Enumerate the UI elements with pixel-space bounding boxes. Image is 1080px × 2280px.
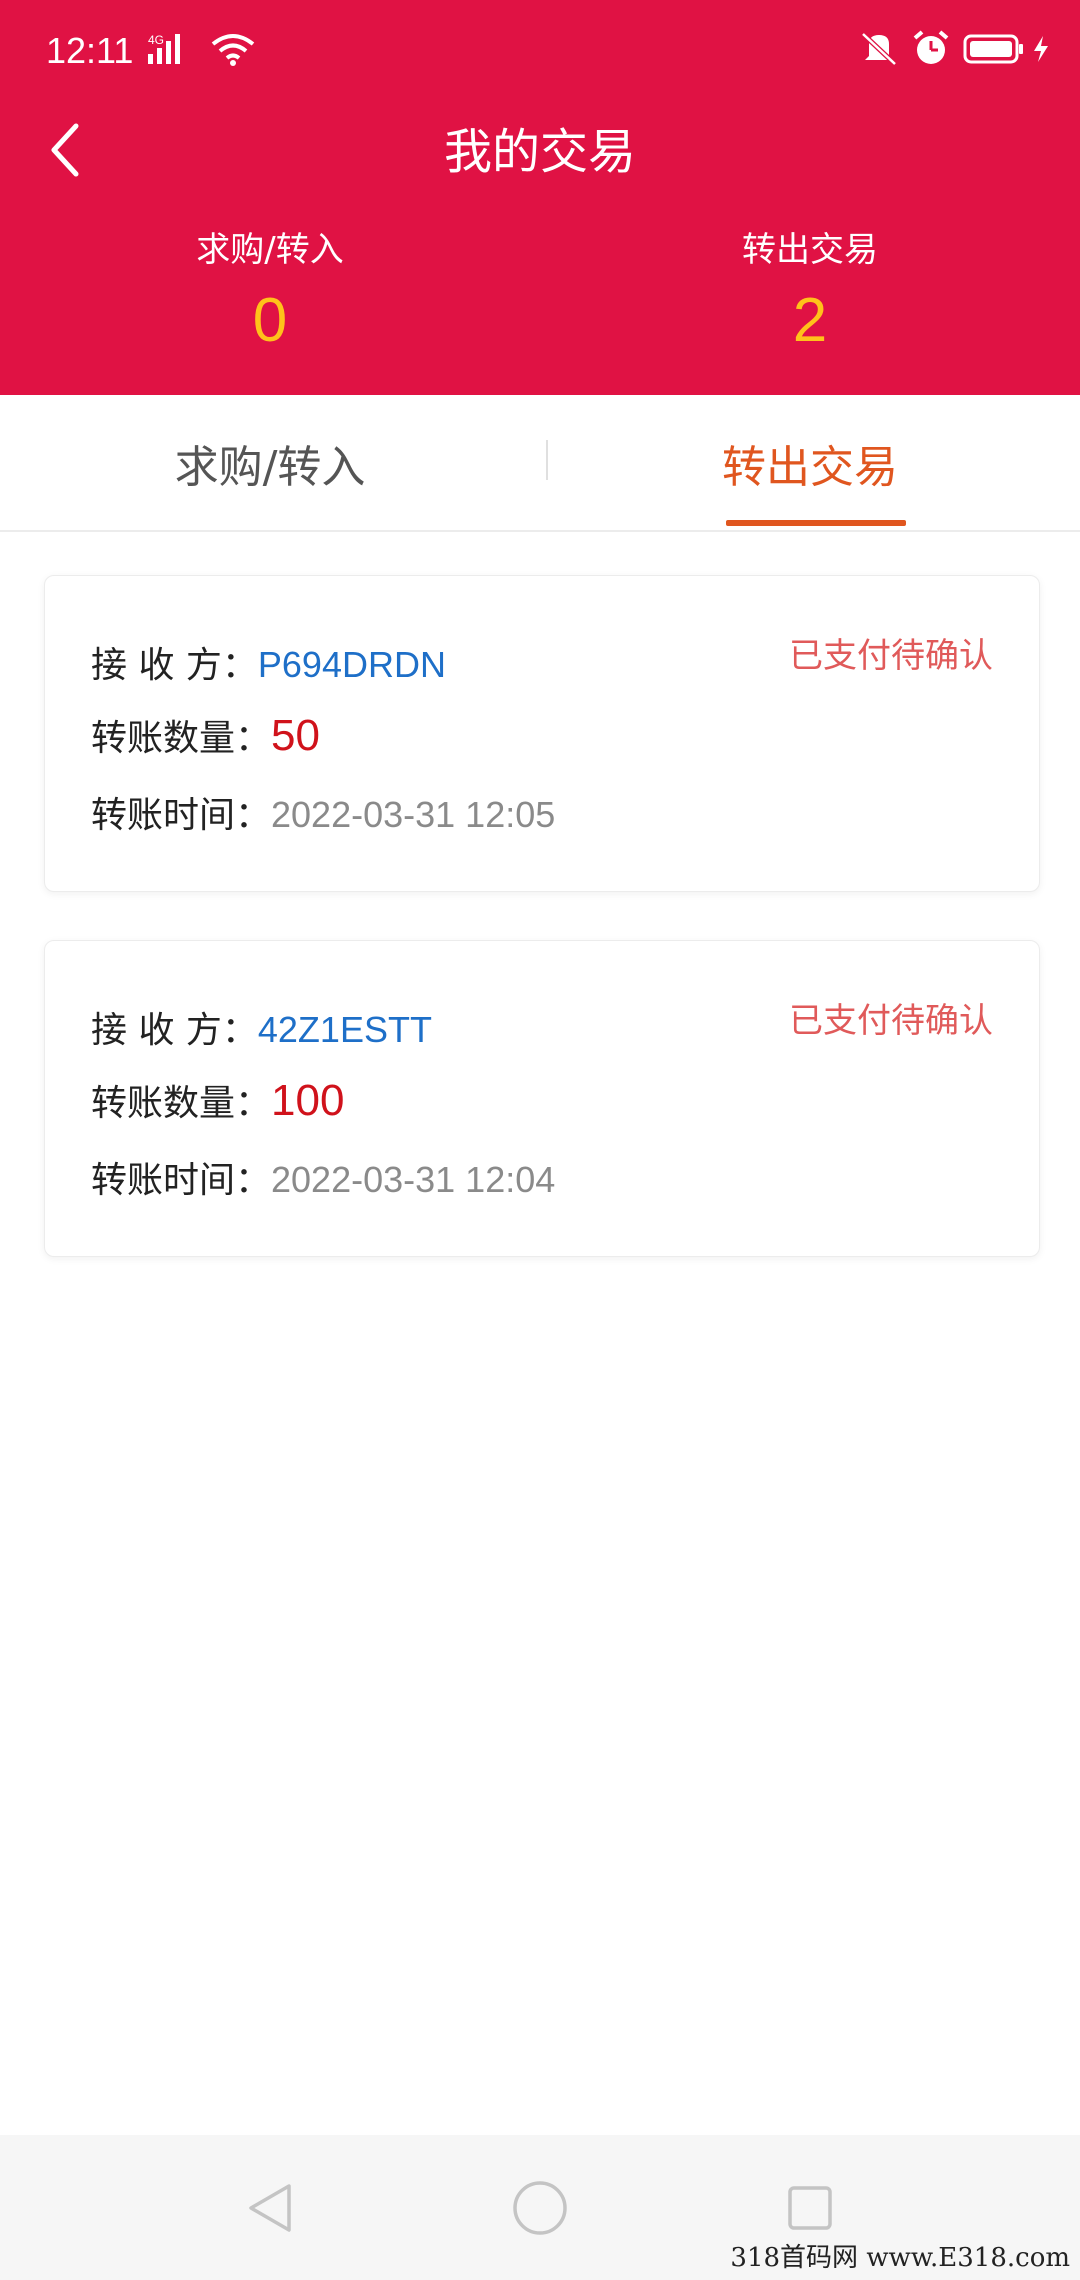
summary-buy-in: 求购/转入 0 [0, 222, 540, 356]
transaction-card[interactable]: 接 收 方： 42Z1ESTT 转账数量： 100 转账时间： 2022-03-… [44, 940, 1040, 1257]
summary-transfer-out: 转出交易 2 [540, 222, 1080, 356]
battery-icon [963, 34, 1023, 64]
receiver-row: 接 收 方： 42Z1ESTT [91, 1001, 432, 1053]
amount-value: 100 [271, 1076, 345, 1125]
amount-row: 转账数量： 50 [91, 709, 320, 761]
alarm-icon [913, 30, 949, 64]
time-label: 转账时间： [91, 1160, 272, 1201]
status-bar: 12:11 4G [0, 0, 1080, 110]
summary-label: 转出交易 [742, 230, 878, 270]
summary-label: 求购/转入 [196, 230, 344, 270]
amount-row: 转账数量： 100 [91, 1074, 344, 1126]
tab-buy-in[interactable]: 求购/转入 [0, 395, 540, 530]
header: 12:11 4G 我的交易 求购/转入 0 转出交易 2 [0, 0, 1080, 395]
summary-count: 2 [792, 286, 828, 355]
nav-home-button[interactable] [480, 2135, 600, 2280]
status-icons-left: 4G [148, 32, 255, 70]
time-value: 2022-03-31 12:04 [271, 1159, 556, 1200]
amount-label: 转账数量： [91, 718, 272, 759]
summary-count: 0 [252, 286, 288, 355]
watermark: 318首码网 www.E318.com [730, 2243, 1070, 2273]
tab-divider [546, 440, 548, 480]
amount-label: 转账数量： [91, 1083, 272, 1124]
wifi-icon [211, 34, 255, 66]
receiver-value: P694DRDN [257, 644, 446, 685]
active-tab-indicator [726, 520, 906, 526]
nav-home-icon [513, 2180, 567, 2235]
receiver-row: 接 收 方： P694DRDN [91, 636, 446, 688]
status-badge: 已支付待确认 [789, 636, 993, 676]
amount-value: 50 [271, 711, 320, 760]
status-time: 12:11 [46, 30, 134, 71]
page-title: 我的交易 [443, 124, 636, 180]
time-row: 转账时间： 2022-03-31 12:04 [91, 1151, 555, 1203]
nav-recents-icon [788, 2185, 832, 2230]
charging-icon [1034, 36, 1048, 62]
receiver-label: 接 收 方： [91, 1010, 258, 1051]
receiver-value: 42Z1ESTT [257, 1009, 432, 1050]
nav-back-icon [249, 2183, 291, 2232]
tab-transfer-out[interactable]: 转出交易 [540, 395, 1080, 530]
svg-text:4G: 4G [148, 33, 164, 47]
time-label: 转账时间： [91, 795, 272, 836]
tab-bar: 求购/转入 转出交易 [0, 395, 1080, 532]
transaction-card[interactable]: 接 收 方： P694DRDN 转账数量： 50 转账时间： 2022-03-3… [44, 575, 1040, 892]
nav-back-button[interactable] [210, 2135, 330, 2280]
time-value: 2022-03-31 12:05 [271, 794, 556, 835]
time-row: 转账时间： 2022-03-31 12:05 [91, 786, 555, 838]
status-icons-right [859, 30, 1050, 70]
signal-icon: 4G [148, 33, 180, 64]
mute-icon [861, 32, 897, 66]
receiver-label: 接 收 方： [91, 645, 258, 686]
status-badge: 已支付待确认 [789, 1001, 993, 1041]
